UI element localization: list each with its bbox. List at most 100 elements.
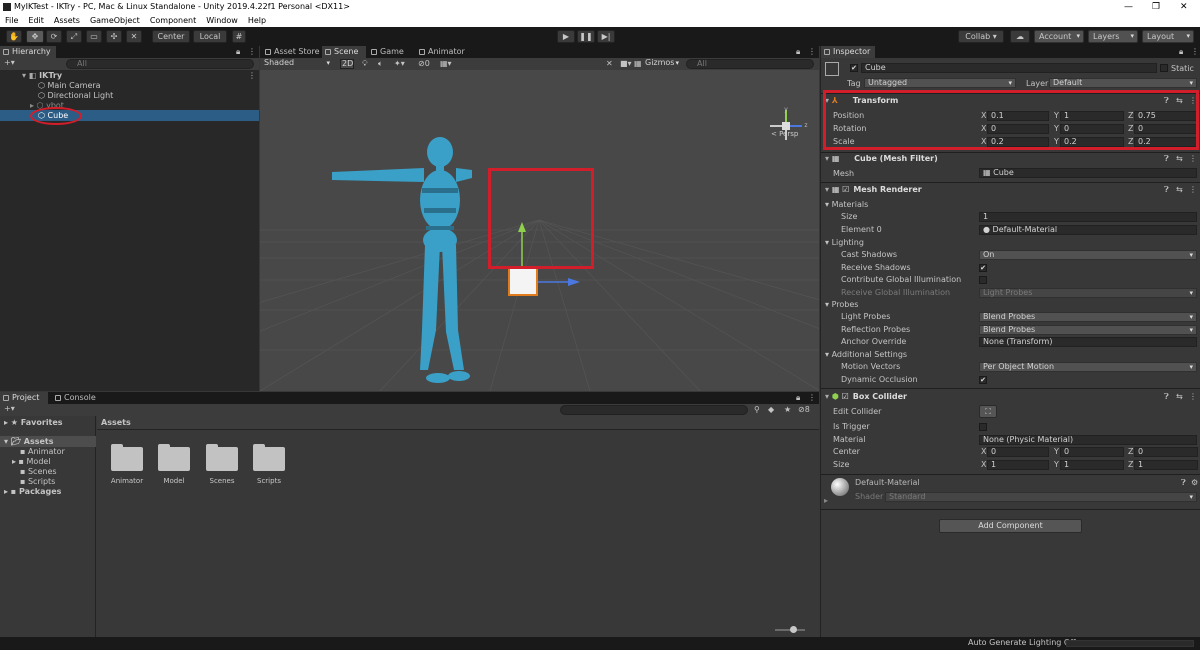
hierarchy-item-directional-light[interactable]: ⬡ Directional Light	[38, 91, 113, 101]
box-collider-header[interactable]: ▾ ⬢ ☑ Box Collider	[825, 391, 1200, 403]
menu-file[interactable]: File	[0, 14, 23, 27]
dynamic-occlusion-checkbox[interactable]: ✔	[979, 376, 987, 384]
mesh-filter-header[interactable]: ▾ ▦ Cube (Mesh Filter)	[825, 153, 1200, 165]
panel-menu-icon[interactable]: ⋮	[808, 393, 816, 403]
edit-collider-button[interactable]: ⛶	[979, 405, 997, 418]
size-y-input[interactable]: 1	[1060, 460, 1124, 470]
audio-toggle-icon[interactable]: 🔈︎	[378, 59, 383, 69]
settings-gear-icon[interactable]: ⚙	[1191, 478, 1198, 488]
favorite-icon[interactable]: ★	[784, 405, 791, 415]
additional-settings-foldout[interactable]: ▾ Additional Settings	[825, 350, 907, 360]
lighting-toggle-icon[interactable]: 💡︎	[362, 59, 368, 69]
size-z-input[interactable]: 1	[1134, 460, 1198, 470]
pivot-local-button[interactable]: Local	[193, 30, 227, 43]
tree-scripts[interactable]: ▪ Scripts	[20, 477, 55, 487]
component-menu-icon[interactable]: ⋮	[1189, 154, 1197, 164]
scene-root-row[interactable]: ▾ ◧ IKTry	[22, 71, 258, 81]
help-icon[interactable]: ❓︎	[1164, 185, 1169, 195]
hierarchy-item-main-camera[interactable]: ⬡ Main Camera	[38, 81, 101, 91]
rotate-tool-icon[interactable]: ⟳	[46, 30, 62, 43]
tag-dropdown[interactable]: Untagged	[864, 78, 1016, 88]
lock-icon[interactable]: 🔒︎	[1179, 47, 1183, 57]
collider-material-field[interactable]: None (Physic Material)	[979, 435, 1197, 445]
help-icon[interactable]: ❓︎	[1181, 478, 1186, 488]
tab-asset-store[interactable]: Asset Store	[262, 46, 320, 58]
help-icon[interactable]: ❓︎	[1164, 154, 1169, 164]
scene-search-input[interactable]: All	[686, 59, 814, 69]
tab-console[interactable]: Console	[52, 392, 100, 404]
folder-scripts-icon[interactable]	[253, 444, 285, 471]
layout-dropdown[interactable]: Layout	[1142, 30, 1194, 43]
tree-assets[interactable]: ▾ 📂︎ Assets	[4, 437, 53, 447]
contribute-gi-checkbox[interactable]	[979, 276, 987, 284]
receive-shadows-checkbox[interactable]: ✔	[979, 264, 987, 272]
preset-icon[interactable]: ⇆	[1176, 185, 1183, 195]
anchor-override-field[interactable]: None (Transform)	[979, 337, 1197, 347]
preset-icon[interactable]: ⇆	[1176, 154, 1183, 164]
render-icon[interactable]: ▦	[634, 59, 642, 69]
tab-hierarchy[interactable]: Hierarchy	[0, 46, 56, 58]
center-x-input[interactable]: 0	[987, 447, 1049, 457]
grid-toggle-icon[interactable]: ▦▾	[440, 59, 452, 69]
scene-menu-icon[interactable]: ⋮	[248, 71, 256, 81]
is-trigger-checkbox[interactable]	[979, 423, 987, 431]
element0-field[interactable]: ● Default-Material	[979, 225, 1197, 235]
probes-foldout[interactable]: ▾ Probes	[825, 300, 858, 310]
effects-toggle-icon[interactable]: ✦▾	[394, 59, 405, 69]
filter-label-icon[interactable]: ◆	[768, 405, 774, 415]
filter-type-icon[interactable]: ⚲	[754, 405, 760, 415]
camera-icon[interactable]: ■▾	[620, 59, 632, 69]
perspective-label[interactable]: < Persp	[771, 129, 798, 139]
account-dropdown[interactable]: Account	[1034, 30, 1084, 43]
maximize-button[interactable]: ❐	[1152, 0, 1160, 14]
tree-scenes[interactable]: ▪ Scenes	[20, 467, 57, 477]
menu-help[interactable]: Help	[243, 14, 271, 27]
component-menu-icon[interactable]: ⋮	[1189, 185, 1197, 195]
lock-icon[interactable]: 🔒︎	[796, 47, 800, 57]
tab-game[interactable]: Game	[368, 46, 414, 58]
active-checkbox[interactable]: ✔	[850, 64, 858, 72]
close-button[interactable]: ✕	[1180, 0, 1188, 14]
gizmos-dropdown[interactable]: Gizmos	[642, 59, 682, 69]
pause-button[interactable]: ❚❚	[577, 30, 595, 43]
hidden-packages-icon[interactable]: ⊘8	[798, 405, 810, 415]
collab-button[interactable]: Collab ▾	[958, 30, 1004, 43]
transform-tool-icon[interactable]: ✣	[106, 30, 122, 43]
help-icon[interactable]: ❓︎	[1164, 392, 1169, 402]
character-model[interactable]	[332, 137, 472, 383]
play-button[interactable]: ▶	[557, 30, 575, 43]
hand-tool-icon[interactable]: ✋	[6, 30, 22, 43]
add-component-button[interactable]: Add Component	[939, 519, 1082, 533]
move-tool-icon[interactable]: ✥	[26, 30, 44, 43]
hidden-objects-icon[interactable]: ⊘0	[418, 59, 430, 69]
add-object-icon[interactable]: +▾	[4, 58, 15, 68]
panel-menu-icon[interactable]: ⋮	[248, 47, 256, 57]
tree-packages[interactable]: ▸ ▪ Packages	[4, 487, 61, 497]
center-y-input[interactable]: 0	[1060, 447, 1124, 457]
zoom-slider-thumb[interactable]	[790, 626, 797, 633]
tools-icon[interactable]: ✕	[606, 59, 613, 69]
hierarchy-search-input[interactable]: All	[66, 59, 254, 69]
status-text[interactable]: Auto Generate Lighting Off	[968, 638, 1076, 648]
project-search-input[interactable]	[560, 405, 748, 415]
rect-tool-icon[interactable]: ▭	[86, 30, 102, 43]
folder-scenes-icon[interactable]	[206, 444, 238, 471]
panel-menu-icon[interactable]: ⋮	[1191, 47, 1199, 57]
shader-dropdown[interactable]: Standard	[885, 492, 1197, 502]
object-name-input[interactable]: Cube	[861, 63, 1157, 73]
create-asset-icon[interactable]: +▾	[4, 404, 15, 414]
step-button[interactable]: ▶|	[597, 30, 615, 43]
component-menu-icon[interactable]: ⋮	[1189, 392, 1197, 402]
snap-icon[interactable]: #	[232, 30, 246, 43]
tab-inspector[interactable]: Inspector	[821, 46, 875, 58]
folder-model-icon[interactable]	[158, 444, 190, 471]
static-checkbox[interactable]	[1160, 64, 1168, 72]
menu-component[interactable]: Component	[145, 14, 201, 27]
materials-size-input[interactable]: 1	[979, 212, 1197, 222]
menu-gameobject[interactable]: GameObject	[85, 14, 145, 27]
minimize-button[interactable]: —	[1124, 0, 1133, 14]
size-x-input[interactable]: 1	[987, 460, 1049, 470]
light-probes-dropdown[interactable]: Blend Probes	[979, 312, 1197, 322]
center-z-input[interactable]: 0	[1134, 447, 1198, 457]
cube-object[interactable]	[508, 267, 538, 296]
